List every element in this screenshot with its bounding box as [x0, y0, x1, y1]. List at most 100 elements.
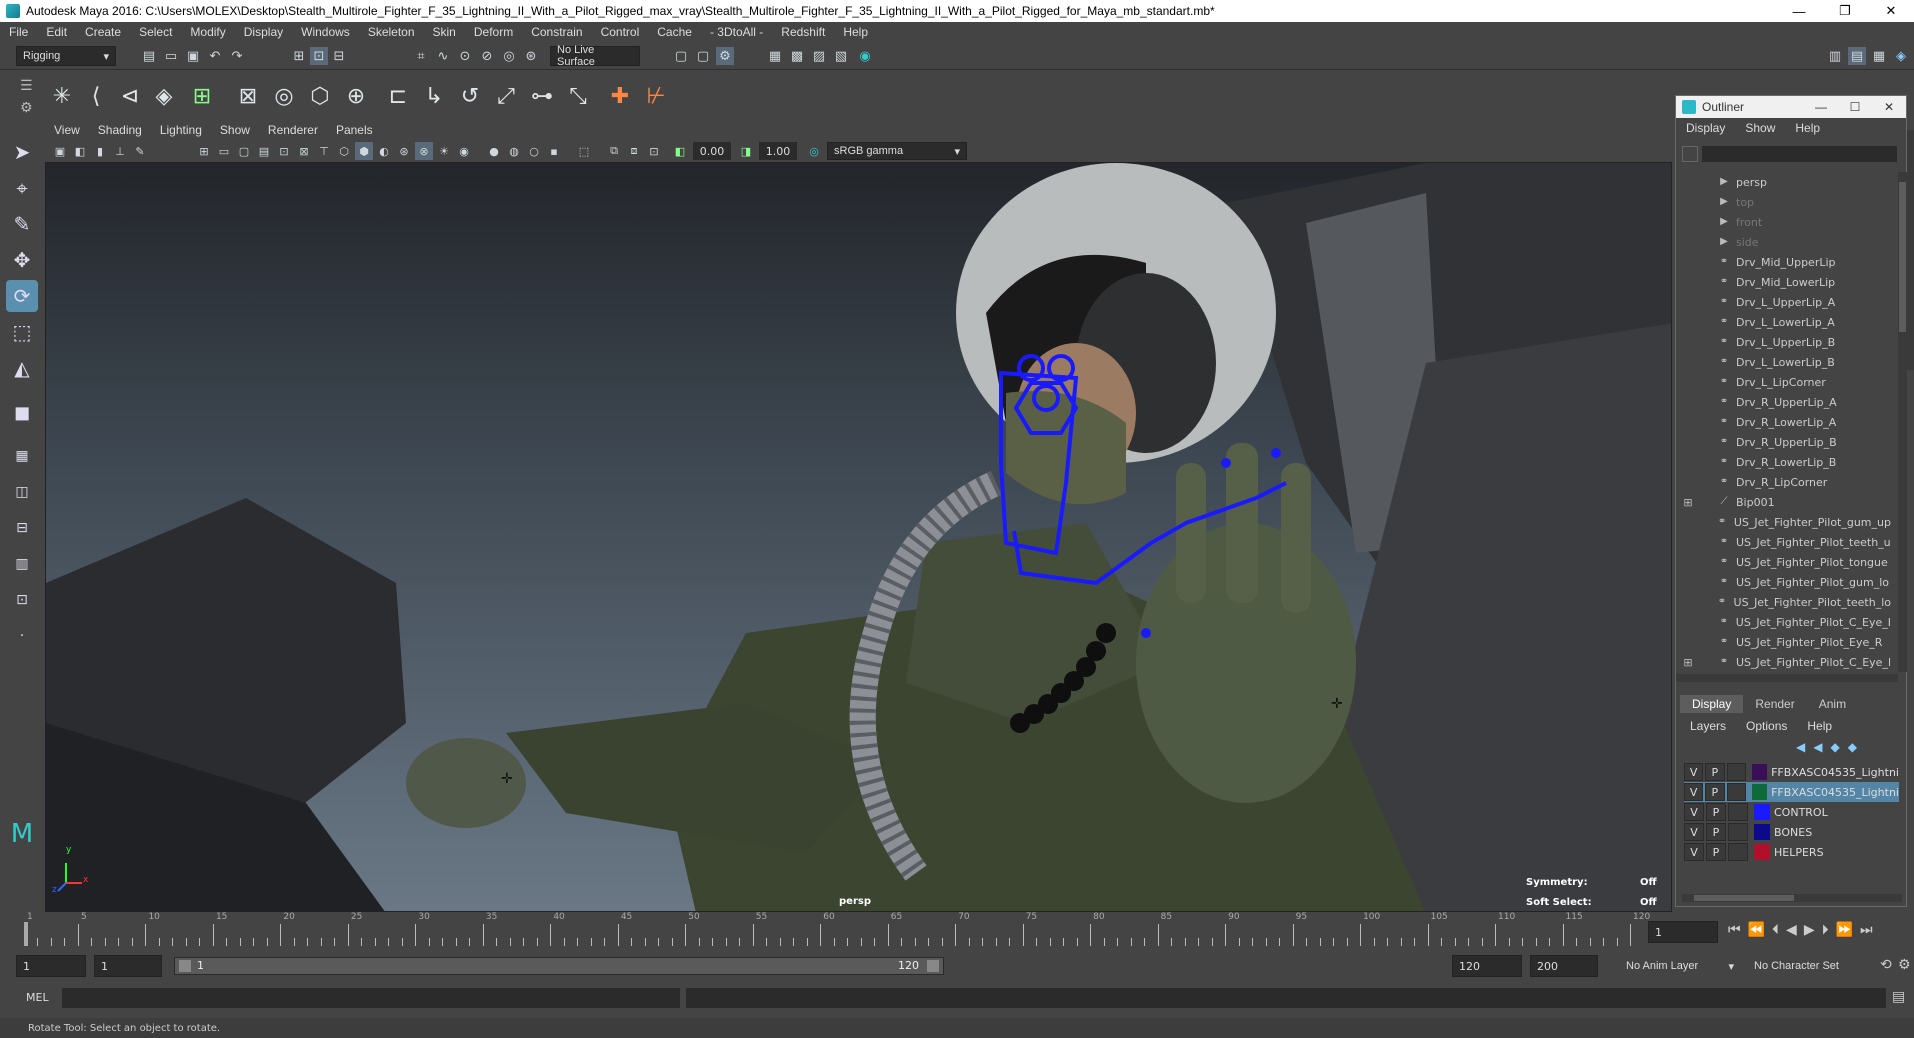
menu-help[interactable]: Help: [834, 25, 877, 39]
current-frame-field[interactable]: 1: [1648, 921, 1718, 943]
layer-display-type-toggle[interactable]: [1726, 763, 1746, 781]
ik-handle-icon[interactable]: ⟨: [80, 80, 112, 112]
outliner-minimize-button[interactable]: —: [1804, 100, 1838, 114]
bind-skin-icon[interactable]: ◈: [148, 80, 180, 112]
exposure-field[interactable]: 0.00: [693, 142, 731, 160]
input-ops-icon[interactable]: ▢: [672, 47, 690, 65]
outliner-item[interactable]: ⚭ US_Jet_Fighter_Pilot_C_Eye_I: [1676, 612, 1891, 632]
select-tool-icon[interactable]: ➤: [6, 136, 38, 168]
custom-layout-icon[interactable]: ·: [6, 620, 38, 652]
aim-constraint-icon[interactable]: ⊶: [526, 80, 558, 112]
command-input[interactable]: [62, 988, 680, 1008]
two-pane-icon[interactable]: ◫: [6, 476, 38, 508]
outliner-item[interactable]: ▶ persp: [1676, 172, 1891, 192]
paint-select-icon[interactable]: ✎: [6, 208, 38, 240]
outliner-item[interactable]: ⚭ Drv_L_UpperLip_A: [1676, 292, 1891, 312]
wire-icon[interactable]: ⬡: [304, 80, 336, 112]
gamma-field[interactable]: 1.00: [759, 142, 797, 160]
locator-icon[interactable]: ✚: [604, 80, 636, 112]
snap-surface-icon[interactable]: ◎: [500, 47, 518, 65]
layer-playback-toggle[interactable]: P: [1705, 763, 1725, 781]
depth-of-field-icon[interactable]: ▪: [545, 142, 563, 160]
outliner-item[interactable]: ▶ top: [1676, 192, 1891, 212]
outliner-item[interactable]: ⚭ Drv_R_UpperLip_A: [1676, 392, 1891, 412]
layer-visibility-toggle[interactable]: V: [1684, 763, 1704, 781]
open-scene-icon[interactable]: ▭: [162, 47, 180, 65]
outliner-layout-icon[interactable]: ⊟: [6, 512, 38, 544]
layers-icon[interactable]: ◈: [1892, 47, 1910, 65]
safe-title-icon[interactable]: ⊤: [315, 142, 333, 160]
move-layer-up-icon[interactable]: ◀: [1796, 740, 1805, 754]
outliner-item[interactable]: ⚭ US_Jet_Fighter_Pilot_gum_up: [1676, 512, 1891, 532]
outliner-menu-help[interactable]: Help: [1785, 121, 1830, 135]
outliner-item[interactable]: ⚭ Drv_Mid_LowerLip: [1676, 272, 1891, 292]
move-layer-down-icon[interactable]: ◀: [1813, 740, 1822, 754]
layer-playback-toggle[interactable]: P: [1705, 783, 1725, 801]
playback-start-field[interactable]: 1: [94, 955, 162, 977]
camera-attributes-icon[interactable]: ◧: [71, 142, 89, 160]
layer-scroll-thumb[interactable]: [1694, 895, 1794, 901]
render-view-icon[interactable]: ▦: [766, 47, 784, 65]
layer-hscrollbar[interactable]: [1682, 894, 1902, 902]
auto-key-icon[interactable]: ⟲: [1880, 957, 1892, 973]
bookmark-icon[interactable]: ▮: [91, 142, 109, 160]
outliner-item[interactable]: ⚭ Drv_R_LowerLip_A: [1676, 412, 1891, 432]
layer-visibility-toggle[interactable]: V: [1684, 803, 1704, 821]
layer-visibility-toggle[interactable]: V: [1684, 843, 1704, 861]
render-settings-icon[interactable]: ▧: [832, 47, 850, 65]
layer-row[interactable]: V P HELPERS: [1684, 842, 1899, 862]
range-start-handle[interactable]: [179, 960, 191, 972]
camera-select-icon[interactable]: ▣: [51, 142, 69, 160]
minimize-button[interactable]: —: [1776, 0, 1822, 22]
new-scene-icon[interactable]: ▤: [140, 47, 158, 65]
wireframe-icon[interactable]: ⬡: [335, 142, 353, 160]
hypershade-icon[interactable]: ◉: [856, 47, 874, 65]
gate-mask-icon[interactable]: ▤: [255, 142, 273, 160]
hypergraph-layout-icon[interactable]: ⊡: [6, 584, 38, 616]
pole-vector-icon[interactable]: ⤡: [562, 80, 594, 112]
layer-menu-options[interactable]: Options: [1736, 719, 1797, 733]
shelf-gear-icon[interactable]: ⚙: [20, 100, 33, 116]
step-forward-frame-icon[interactable]: ⏵: [1822, 922, 1829, 938]
outliner-item[interactable]: ⚭ Drv_R_UpperLip_B: [1676, 432, 1891, 452]
xray-active-icon[interactable]: ⊡: [645, 142, 663, 160]
persp-viewport[interactable]: ✛ ✛ y x z persp Symmetry: Off Soft Selec…: [45, 162, 1672, 912]
save-scene-icon[interactable]: ▣: [184, 47, 202, 65]
ik-spline-icon[interactable]: ⊲: [114, 80, 146, 112]
time-slider[interactable]: 1 5 10 15 20 25 30 35 40 45 50 55 60 65 70 75 80 85 90 95 10…: [0, 912, 1914, 950]
new-layer-icon[interactable]: ◆: [1830, 740, 1839, 754]
menu-windows[interactable]: Windows: [292, 25, 359, 39]
current-time-marker[interactable]: [24, 922, 28, 946]
layer-playback-toggle[interactable]: P: [1706, 803, 1726, 821]
wireframe-on-shaded-icon[interactable]: ⊛: [395, 142, 413, 160]
menu-skin[interactable]: Skin: [424, 25, 465, 39]
redo-icon[interactable]: ↷: [228, 47, 246, 65]
paint-weights-icon[interactable]: ⊞: [186, 80, 218, 112]
select-component-icon[interactable]: ⊟: [330, 47, 348, 65]
go-to-end-icon[interactable]: ⏭: [1860, 922, 1873, 938]
color-management-icon[interactable]: ◎: [805, 142, 823, 160]
render-frame-icon[interactable]: ▩: [788, 47, 806, 65]
panel-menu-view[interactable]: View: [45, 123, 89, 137]
tab-anim[interactable]: Anim: [1807, 695, 1858, 713]
layer-color-swatch[interactable]: [1751, 784, 1768, 800]
select-hierarchy-icon[interactable]: ⊞: [290, 47, 308, 65]
playback-end-field[interactable]: 120: [1452, 955, 1522, 977]
layer-display-type-toggle[interactable]: [1728, 803, 1748, 821]
xray-joints-icon[interactable]: ⧈: [625, 142, 643, 160]
layer-playback-toggle[interactable]: P: [1706, 823, 1726, 841]
script-editor-icon[interactable]: ▤: [1892, 989, 1905, 1005]
outliner-item[interactable]: ▶ side: [1676, 232, 1891, 252]
layer-row[interactable]: V P CONTROL: [1684, 802, 1899, 822]
panel-menu-show[interactable]: Show: [211, 123, 259, 137]
step-forward-key-icon[interactable]: ⏩: [1836, 922, 1853, 938]
smooth-shade-icon[interactable]: ⬢: [355, 142, 373, 160]
tab-render[interactable]: Render: [1743, 695, 1806, 713]
panel-menu-shading[interactable]: Shading: [89, 123, 151, 137]
use-all-lights-icon[interactable]: ☀: [435, 142, 453, 160]
tab-display[interactable]: Display: [1680, 695, 1744, 713]
expand-icon[interactable]: ⊞: [1676, 496, 1700, 509]
field-chart-icon[interactable]: ⊡: [275, 142, 293, 160]
outliner-close-button[interactable]: ✕: [1872, 100, 1906, 114]
outliner-item[interactable]: ⚭ Drv_L_LipCorner: [1676, 372, 1891, 392]
